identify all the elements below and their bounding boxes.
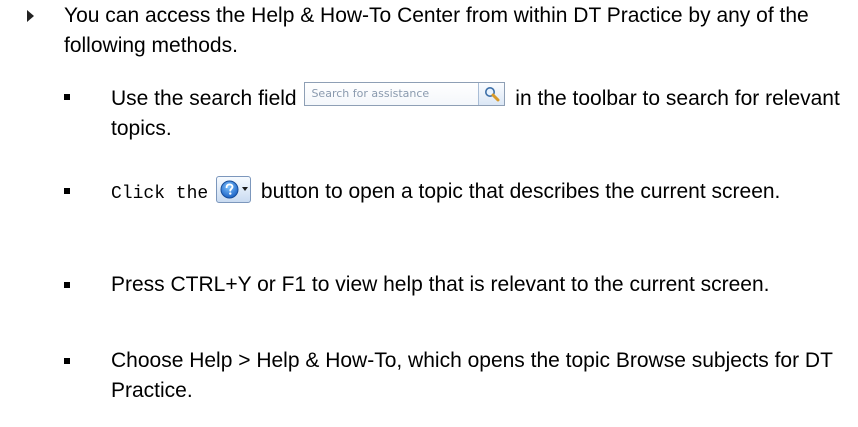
list-item-text-before: Use the search field — [111, 87, 297, 110]
square-bullet-icon — [64, 358, 70, 364]
dropdown-arrow-icon — [242, 187, 249, 191]
help-instructions-page: { "intro": "You can access the Help & Ho… — [0, 0, 858, 427]
square-bullet-icon — [64, 188, 70, 194]
magnifier-icon — [485, 87, 500, 102]
methods-list: Use the search field Search for assistan… — [0, 0, 858, 427]
square-bullet-icon — [64, 282, 70, 288]
list-item-text-after: button to open a topic that describes th… — [260, 180, 781, 203]
search-button — [478, 83, 505, 105]
list-item-text: Choose Help > Help & How-To, which opens… — [111, 349, 833, 402]
square-bullet-icon — [64, 94, 70, 100]
list-item-text: Click the button to open a topic that de… — [111, 176, 841, 209]
list-item-text: Use the search field Search for assistan… — [111, 82, 841, 144]
list-item-text: Press CTRL+Y or F1 to view help that is … — [111, 273, 770, 296]
help-button-image — [216, 176, 252, 203]
list-item-text-before: Click the — [111, 184, 209, 204]
search-field-image: Search for assistance — [304, 82, 506, 106]
search-placeholder-text: Search for assistance — [311, 87, 430, 100]
help-question-icon — [220, 180, 239, 199]
